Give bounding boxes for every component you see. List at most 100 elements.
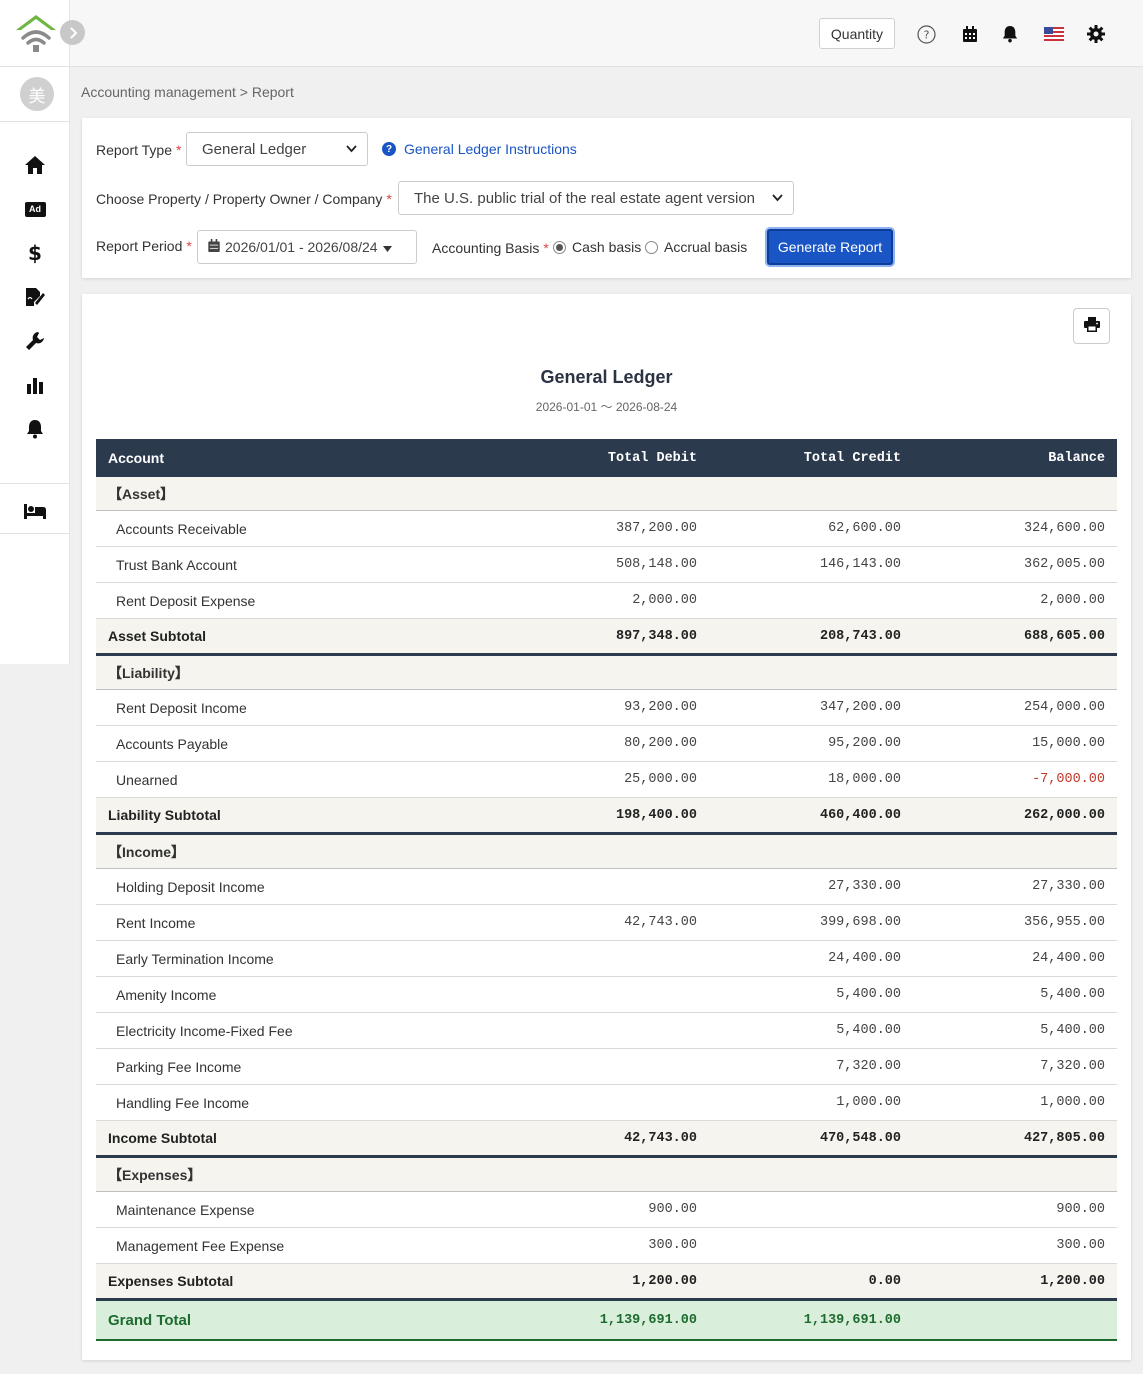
chevron-down-icon [772,191,783,205]
category-label: 【Expenses】 [108,1166,202,1183]
report-type-select[interactable]: General Ledger [186,132,368,166]
property-select[interactable]: The U.S. public trial of the real estate… [398,181,794,215]
signature-icon[interactable] [23,285,47,309]
subtotal-debit: 198,400.00 [615,807,697,823]
category-row: 【Asset】 [96,477,1117,511]
credit-value: 62,600.00 [828,521,901,536]
balance-value: 900.00 [1056,1202,1105,1217]
sidebar-divider [0,66,70,67]
help-icon[interactable]: ? [916,24,936,44]
property-label: Choose Property / Property Owner / Compa… [96,191,392,207]
cash-basis-radio[interactable]: Cash basis [553,239,641,255]
report-filter-panel: Report Type * General Ledger ? General Le… [82,118,1131,278]
debit-value: 93,200.00 [624,700,697,715]
table-row[interactable]: Maintenance Expense 900.00 900.00 [96,1192,1117,1228]
report-period-picker[interactable]: 2026/01/01 - 2026/08/24 [197,230,417,264]
category-label: 【Liability】 [108,664,189,681]
table-row[interactable]: Accounts Receivable 387,200.00 62,600.00 32… [96,511,1117,547]
generate-report-button[interactable]: Generate Report [767,229,893,265]
account-name: Amenity Income [116,986,217,1003]
sidebar-divider [0,533,70,534]
table-row[interactable]: Holding Deposit Income 27,330.00 27,330.00 [96,869,1117,905]
notification-bell-icon[interactable] [1000,24,1020,44]
balance-value: 324,600.00 [1023,521,1105,536]
table-row[interactable]: Rent Deposit Expense 2,000.00 2,000.00 [96,583,1117,619]
instructions-link[interactable]: General Ledger Instructions [404,141,577,157]
wrench-icon[interactable] [23,329,47,353]
print-button[interactable] [1073,308,1110,344]
category-row: 【Liability】 [96,656,1117,690]
report-period-value: 2026/01/01 - 2026/08/24 [225,239,378,255]
sidebar: 美 Ad $ [0,0,70,664]
debit-value: 2,000.00 [632,593,697,608]
account-name: Unearned [116,771,178,788]
breadcrumb: Accounting management > Report [81,84,294,100]
subtotal-credit: 208,743.00 [819,628,901,644]
credit-value: 347,200.00 [819,700,901,715]
balance-value: 1,000.00 [1040,1095,1105,1110]
ad-icon-label: Ad [24,201,46,217]
account-name: Rent Deposit Income [116,699,247,716]
subtotal-credit: 470,548.00 [819,1130,901,1146]
bed-icon[interactable] [23,499,47,523]
accrual-basis-radio[interactable]: Accrual basis [645,239,747,255]
debit-value: 300.00 [648,1238,697,1253]
subtotal-row: Liability Subtotal 198,400.00 460,400.00 26… [96,798,1117,835]
app-logo[interactable] [14,12,58,54]
balance-value: 254,000.00 [1023,700,1105,715]
account-name: Accounts Receivable [116,520,247,537]
cash-basis-label: Cash basis [572,239,642,255]
home-icon[interactable] [23,153,47,177]
table-row[interactable]: Accounts Payable 80,200.00 95,200.00 15,000… [96,726,1117,762]
column-header-account: Account [108,450,164,466]
balance-value: -7,000.00 [1032,772,1105,787]
ledger-table: Account Total Debit Total Credit Balance… [96,439,1117,1341]
grand-total-credit: 1,139,691.00 [803,1312,901,1328]
category-row: 【Expenses】 [96,1158,1117,1192]
debit-value: 25,000.00 [624,772,697,787]
table-row[interactable]: Parking Fee Income 7,320.00 7,320.00 [96,1049,1117,1085]
radio-unselected-icon [645,240,658,254]
settings-gear-icon[interactable] [1086,24,1106,44]
table-header-row: Account Total Debit Total Credit Balance [96,439,1117,477]
caret-down-icon [382,239,392,255]
question-circle-icon[interactable]: ? [382,142,396,156]
dollar-icon[interactable]: $ [23,241,47,265]
column-header-credit: Total Credit [803,450,901,466]
debit-value: 387,200.00 [615,521,697,536]
account-name: Management Fee Expense [116,1237,285,1254]
balance-value: 15,000.00 [1032,736,1105,751]
table-row[interactable]: Amenity Income 5,400.00 5,400.00 [96,977,1117,1013]
calendar-icon[interactable] [960,24,980,44]
table-row[interactable]: Rent Deposit Income 93,200.00 347,200.00 25… [96,690,1117,726]
sidebar-divider [0,121,70,122]
property-value: The U.S. public trial of the real estate… [414,189,756,207]
us-flag-icon[interactable] [1043,24,1065,44]
table-row[interactable]: Handling Fee Income 1,000.00 1,000.00 [96,1085,1117,1121]
category-row: 【Income】 [96,835,1117,869]
table-row[interactable]: Rent Income 42,743.00 399,698.00 356,955.00 [96,905,1117,941]
account-name: Rent Deposit Expense [116,592,256,609]
category-label: 【Asset】 [108,485,175,502]
table-row[interactable]: Unearned 25,000.00 18,000.00 -7,000.00 [96,762,1117,798]
ad-icon[interactable]: Ad [23,197,47,221]
table-row[interactable]: Early Termination Income 24,400.00 24,400.… [96,941,1117,977]
credit-value: 5,400.00 [836,987,901,1002]
table-row[interactable]: Trust Bank Account 508,148.00 146,143.00 36… [96,547,1117,583]
credit-value: 5,400.00 [836,1023,901,1038]
account-name: Handling Fee Income [116,1094,250,1111]
subtotal-row: Asset Subtotal 897,348.00 208,743.00 688,60… [96,619,1117,656]
report-title: General Ledger [540,367,673,387]
bell-icon[interactable] [23,417,47,441]
chart-icon[interactable] [23,373,47,397]
account-name: Electricity Income-Fixed Fee [116,1022,293,1039]
account-name: Maintenance Expense [116,1201,255,1218]
avatar[interactable]: 美 [20,77,54,111]
print-icon [1083,317,1100,335]
quantity-button[interactable]: Quantity [819,18,895,49]
balance-value: 2,000.00 [1040,593,1105,608]
table-row[interactable]: Electricity Income-Fixed Fee 5,400.00 5,40… [96,1013,1117,1049]
sidebar-toggle-button[interactable] [60,20,85,45]
account-name: Trust Bank Account [116,556,237,573]
table-row[interactable]: Management Fee Expense 300.00 300.00 [96,1228,1117,1264]
